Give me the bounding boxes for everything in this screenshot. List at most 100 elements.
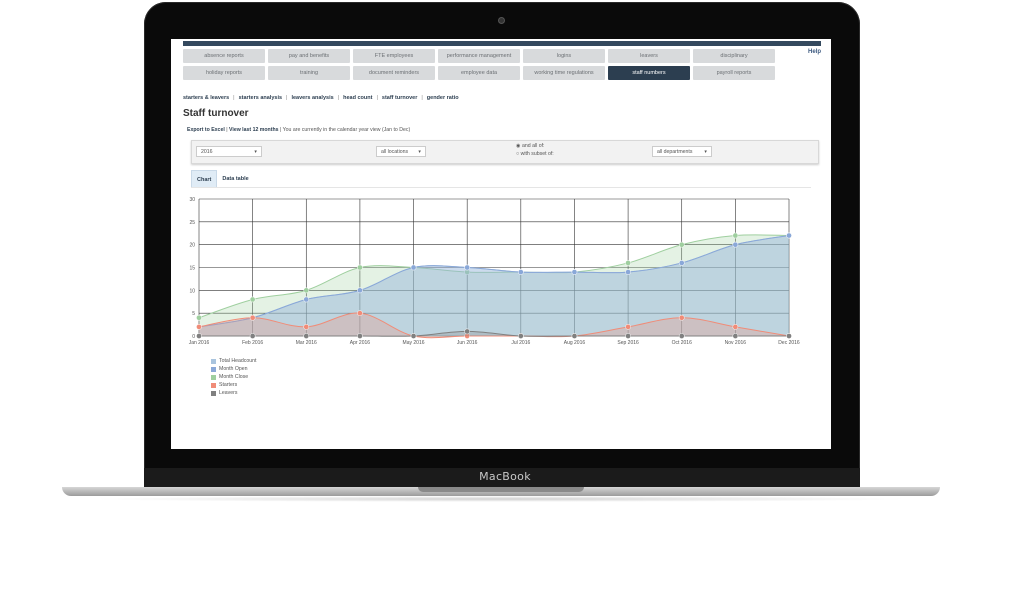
view-tabs: Chart Data table [191, 170, 254, 188]
radio-subset-of[interactable]: ○ with subset of: [516, 151, 554, 157]
staff-turnover-chart: 051015202530Jan 2016 Feb 2016 Mar 2016 Apr … [189, 197, 800, 346]
y-tick-label: 25 [189, 220, 195, 226]
point-leavers [357, 333, 363, 339]
legend-label: Month Close [219, 374, 249, 380]
point-starters [357, 310, 363, 317]
sublink-gender-ratio[interactable]: gender ratio [427, 95, 459, 101]
tab-data-table[interactable]: Data table [217, 170, 253, 187]
x-tick-label: Oct 2016 [672, 340, 693, 346]
point-month-open [625, 269, 631, 275]
chart-legend: Total Headcount Month Open Month Close Star… [211, 357, 257, 397]
point-starters [625, 324, 631, 330]
nav-training[interactable]: training [268, 66, 350, 80]
legend-swatch [211, 382, 216, 388]
help-link[interactable]: Help [808, 49, 821, 55]
x-tick-label: Jun 2016 [457, 340, 478, 346]
nav-pay-and-benefits[interactable]: pay and benefits [268, 49, 350, 63]
x-tick-label: Jan 2016 [189, 340, 210, 346]
sublink-starters-analysis[interactable]: starters analysis [239, 95, 282, 101]
point-month-close [625, 260, 631, 266]
filter-bar: 2016 ▾ all locations ▾ ◉ and all of: ○ w… [191, 140, 819, 164]
camera-icon [498, 17, 505, 24]
radio-all-of[interactable]: ◉ and all of: [516, 143, 544, 149]
sub-navigation: starters & leavers | starters analysis | lea… [183, 95, 459, 101]
point-starters [732, 324, 739, 330]
chart-area: 0 5 10 15 20 25 30 Jan 2016 Feb 2016 Mar 2016 Apr … [171, 189, 831, 359]
nav-fte-employees[interactable]: FTE employees [353, 49, 435, 63]
laptop-shadow [90, 496, 912, 502]
nav-performance-management[interactable]: performance management [438, 49, 520, 63]
y-tick-label: 15 [189, 266, 195, 272]
radio-subset-label: with subset of: [520, 151, 554, 157]
separator: | [233, 95, 235, 101]
legend-swatch [211, 374, 216, 380]
tab-chart[interactable]: Chart [191, 170, 218, 188]
departments-select[interactable]: all departments ▾ [652, 146, 712, 157]
sublink-starters-leavers[interactable]: starters & leavers [183, 95, 229, 101]
radio-unselected-icon: ○ [516, 151, 520, 157]
nav-holiday-reports[interactable]: holiday reports [183, 66, 265, 80]
chevron-down-icon: ▾ [254, 148, 257, 155]
point-month-open [678, 260, 685, 266]
radio-all-label: and all of: [521, 143, 545, 149]
legend-label: Starters [219, 382, 238, 388]
point-month-open [786, 232, 792, 239]
export-excel-link[interactable]: Export to Excel [187, 127, 225, 133]
nav-logins[interactable]: logins [523, 49, 605, 63]
x-tick-label: Dec 2016 [778, 340, 800, 346]
nav-disciplinary[interactable]: disciplinary [693, 49, 775, 63]
legend-label: Total Headcount [219, 358, 257, 364]
view-info-text: You are currently in the calendar year v… [282, 127, 411, 133]
legend-label: Leavers [219, 390, 238, 396]
point-leavers [732, 333, 739, 339]
legend-swatch [211, 390, 216, 396]
point-month-open [571, 269, 578, 275]
nav-absence-reports[interactable]: absence reports [183, 49, 265, 63]
point-leavers [410, 333, 417, 339]
x-tick-label: Apr 2016 [350, 340, 371, 346]
nav-staff-numbers[interactable]: staff numbers [608, 66, 690, 80]
legend-item-leavers[interactable]: Leavers [211, 389, 257, 397]
sublink-staff-turnover[interactable]: staff turnover [382, 95, 417, 101]
x-tick-label: Feb 2016 [242, 340, 263, 346]
point-starters [249, 314, 256, 321]
year-select[interactable]: 2016 ▾ [196, 146, 262, 157]
nav-row-2: holiday reports training document reminder… [183, 66, 795, 80]
separator: | [421, 95, 423, 101]
top-accent-bar [183, 41, 821, 46]
locations-select-value: all locations [381, 148, 409, 155]
x-tick-label: Nov 2016 [725, 340, 747, 346]
laptop-notch [418, 487, 584, 492]
nav-payroll-reports[interactable]: payroll reports [693, 66, 775, 80]
separator: | [286, 95, 288, 101]
locations-select[interactable]: all locations ▾ [376, 146, 426, 157]
nav-leavers[interactable]: leavers [608, 49, 690, 63]
view-last-12-months-link[interactable]: View last 12 months [229, 127, 279, 133]
point-month-open [410, 264, 417, 271]
nav-document-reminders[interactable]: document reminders [353, 66, 435, 80]
legend-item-starters[interactable]: Starters [211, 381, 257, 389]
point-starters [196, 324, 202, 330]
sublink-leavers-analysis[interactable]: leavers analysis [291, 95, 333, 101]
x-tick-label: Mar 2016 [296, 340, 317, 346]
point-leavers [196, 333, 202, 339]
nav-employee-data[interactable]: employee data [438, 66, 520, 80]
chevron-down-icon: ▾ [418, 148, 421, 155]
nav-working-time-regulations[interactable]: working time regulations [523, 66, 605, 80]
point-leavers [517, 333, 524, 339]
legend-item-month-close[interactable]: Month Close [211, 373, 257, 381]
radio-selected-icon: ◉ [516, 143, 521, 149]
point-starters [678, 314, 685, 321]
sublink-head-count[interactable]: head count [343, 95, 372, 101]
legend-item-total-headcount[interactable]: Total Headcount [211, 357, 257, 365]
point-month-open [732, 241, 739, 248]
y-tick-label: 20 [189, 243, 195, 249]
point-leavers [625, 333, 631, 339]
legend-item-month-open[interactable]: Month Open [211, 365, 257, 373]
page-title: Staff turnover [183, 108, 249, 119]
point-month-open [357, 287, 363, 294]
x-tick-label: Sep 2016 [617, 340, 639, 346]
legend-swatch [211, 366, 216, 372]
point-month-close [303, 287, 310, 294]
x-tick-label: May 2016 [403, 340, 425, 346]
